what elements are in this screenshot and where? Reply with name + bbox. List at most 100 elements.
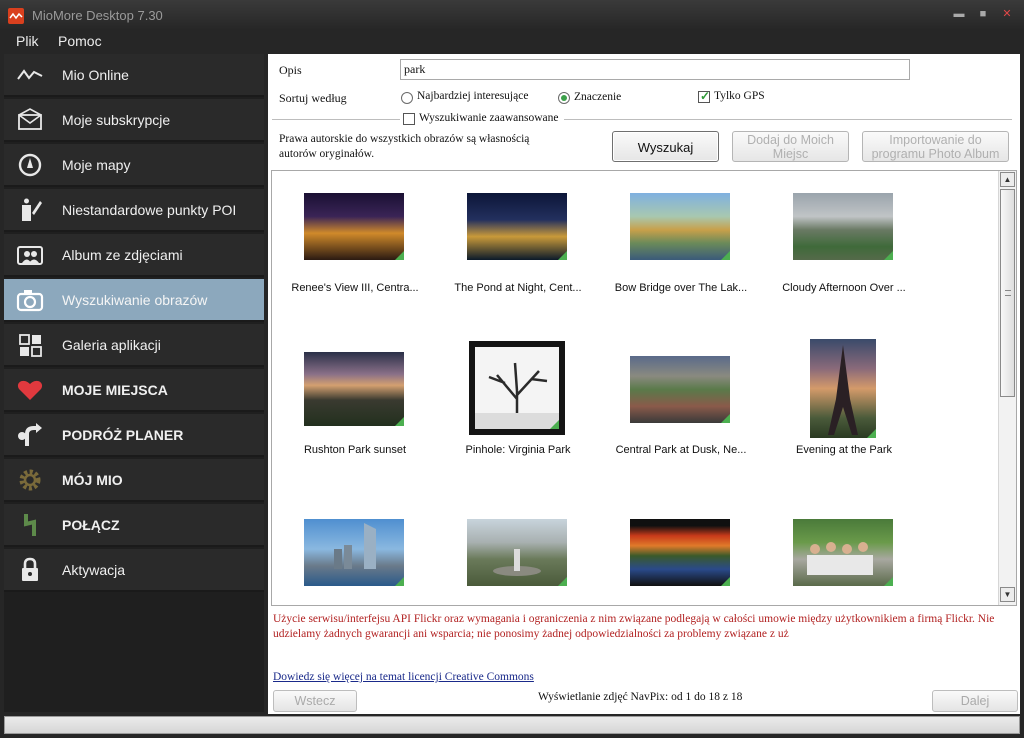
result-thumbnail[interactable]: [793, 193, 893, 260]
gps-only-label: Tylko GPS: [714, 90, 765, 102]
gps-badge-icon: [395, 577, 404, 586]
result-thumbnail[interactable]: [630, 193, 730, 260]
result-thumbnail[interactable]: [304, 519, 404, 586]
sidebar-item-maps[interactable]: Moje mapy: [4, 144, 264, 187]
results-status: Wyświetlanie zdjęć NavPix: od 1 do 18 z …: [538, 691, 743, 703]
envelope-icon: [16, 107, 44, 133]
sort-most-interesting-radio[interactable]: [401, 92, 413, 104]
sidebar-item-app-gallery[interactable]: Galeria aplikacji: [4, 324, 264, 367]
result-thumbnail[interactable]: [469, 341, 565, 435]
sidebar-item-label: Album ze zdjęciami: [62, 247, 183, 263]
sidebar-item-image-search[interactable]: Wyszukiwanie obrazów: [4, 279, 264, 322]
result-thumbnail[interactable]: [467, 519, 567, 586]
result-thumbnail[interactable]: [630, 519, 730, 586]
sidebar-item-custom-poi[interactable]: Niestandardowe punkty POI: [4, 189, 264, 232]
result-caption: The Pond at Night, Cent...: [454, 282, 582, 294]
sidebar-item-mio-online[interactable]: Mio Online: [4, 54, 264, 97]
description-label: Opis: [279, 63, 302, 77]
creative-commons-link[interactable]: Dowiedz się więcej na temat licencji Cre…: [273, 671, 534, 683]
result-thumbnail[interactable]: [304, 352, 404, 426]
button-label-line: programu Photo Album: [871, 147, 1000, 161]
gps-badge-icon: [395, 251, 404, 260]
sidebar-item-my-mio[interactable]: MÓJ MIO: [4, 459, 264, 502]
add-to-my-places-button[interactable]: Dodaj do Moich Miejsc: [732, 131, 849, 162]
grid-icon: [16, 332, 44, 358]
sidebar-item-connect[interactable]: POŁĄCZ: [4, 504, 264, 547]
result-caption: Renee's View III, Centra...: [291, 282, 419, 294]
back-button[interactable]: Wstecz: [273, 690, 357, 712]
copyright-notice: Prawa autorskie do wszystkich obrazów są…: [279, 133, 530, 160]
gps-badge-icon: [558, 251, 567, 260]
sidebar-item-label: MOJE MIEJSCA: [62, 382, 168, 398]
next-button[interactable]: Dalej: [932, 690, 1018, 712]
close-button[interactable]: ✕: [1000, 8, 1014, 20]
maximize-button[interactable]: ■: [976, 8, 990, 20]
gps-badge-icon: [721, 251, 730, 260]
gps-badge-icon: [550, 420, 559, 429]
result-caption: Evening at the Park: [795, 444, 892, 456]
sidebar-item-label: POŁĄCZ: [62, 517, 120, 533]
image-results-grid: Renee's View III, Centra... The Pond at …: [271, 170, 1017, 606]
sidebar-item-label: Moje subskrypcje: [62, 112, 171, 128]
result-caption: Pinhole: Virginia Park: [465, 444, 571, 456]
gps-badge-icon: [558, 577, 567, 586]
sort-most-interesting-label: Najbardziej interesujące: [417, 90, 529, 102]
sidebar-item-label: Moje mapy: [62, 157, 131, 173]
checkmark-icon: ✓: [700, 89, 711, 103]
heart-icon: [16, 377, 44, 403]
result-thumbnail[interactable]: [630, 356, 730, 423]
app-logo-icon: [8, 8, 24, 24]
import-to-photo-album-button[interactable]: Importowanie do programu Photo Album: [862, 131, 1009, 162]
sidebar-item-my-places[interactable]: MOJE MIEJSCA: [4, 369, 264, 412]
minimize-button[interactable]: ▬: [952, 8, 966, 20]
menu-help[interactable]: Pomoc: [58, 33, 102, 49]
search-button[interactable]: Wyszukaj: [612, 131, 719, 162]
title-bar: MioMore Desktop 7.30 ▬ ■ ✕: [0, 0, 1024, 30]
scroll-up-arrow-icon[interactable]: ▲: [1000, 172, 1015, 187]
divider: [564, 119, 1012, 120]
menu-file[interactable]: Plik: [16, 33, 39, 49]
sidebar: Mio Online Moje subskrypcje Moje mapy Ni…: [4, 54, 264, 712]
result-caption: Bow Bridge over The Lak...: [614, 282, 748, 294]
result-thumbnail[interactable]: [304, 193, 404, 260]
result-thumbnail[interactable]: [810, 339, 876, 438]
fountain-image: [493, 549, 541, 576]
description-input[interactable]: [400, 59, 910, 80]
sidebar-item-label: Mio Online: [62, 67, 129, 83]
route-icon: [16, 422, 44, 448]
gps-badge-icon: [884, 577, 893, 586]
group-photo-image: [807, 542, 873, 575]
divider: [272, 119, 400, 120]
gps-only-checkbox[interactable]: ✓: [698, 89, 711, 103]
sidebar-item-photo-album[interactable]: Album ze zdjęciami: [4, 234, 264, 277]
sort-relevance-radio[interactable]: [558, 92, 570, 104]
sidebar-item-label: Niestandardowe punkty POI: [62, 202, 237, 218]
eiffel-tower-image: [828, 345, 858, 435]
app-window: MioMore Desktop 7.30 ▬ ■ ✕ Plik Pomoc Mi…: [0, 0, 1024, 738]
advanced-search-label: Wyszukiwanie zaawansowane: [419, 112, 559, 124]
flickr-disclaimer: Użycie serwisu/interfejsu API Flickr ora…: [273, 613, 995, 640]
results-scrollbar[interactable]: ▲ ▼: [998, 171, 1016, 605]
connect-icon: [16, 512, 44, 538]
sidebar-item-label: Aktywacja: [62, 562, 126, 578]
sidebar-item-activation[interactable]: Aktywacja: [4, 549, 264, 592]
gps-badge-icon: [721, 414, 730, 423]
result-thumbnail[interactable]: [467, 193, 567, 260]
gps-badge-icon: [721, 577, 730, 586]
button-label-line: Importowanie do: [889, 133, 982, 147]
scroll-down-arrow-icon[interactable]: ▼: [1000, 587, 1015, 602]
lock-icon: [16, 557, 44, 583]
photo-album-icon: [16, 242, 44, 268]
result-caption: Central Park at Dusk, Ne...: [615, 444, 747, 456]
result-caption: Cloudy Afternoon Over ...: [782, 282, 906, 294]
result-caption: Rushton Park sunset: [303, 444, 407, 456]
sidebar-item-travel-planner[interactable]: PODRÓŻ PLANER: [4, 414, 264, 457]
advanced-search-checkbox[interactable]: [403, 113, 415, 125]
edit-poi-icon: [16, 197, 44, 223]
sidebar-item-subscriptions[interactable]: Moje subskrypcje: [4, 99, 264, 142]
button-label-line: Dodaj do Moich: [747, 133, 834, 147]
camera-icon: [16, 287, 44, 313]
scroll-grip-icon: [1005, 290, 1011, 296]
result-thumbnail[interactable]: [793, 519, 893, 586]
scrollbar-thumb[interactable]: [1000, 189, 1015, 397]
